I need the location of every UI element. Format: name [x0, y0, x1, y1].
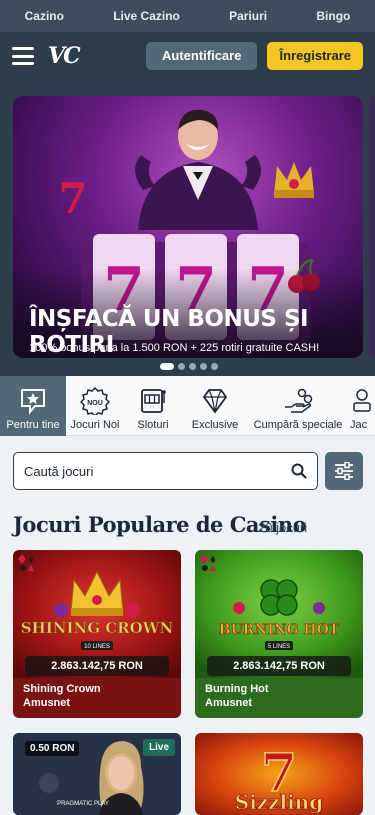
jackpot-amount: 2.863.142,75 RON: [207, 656, 351, 676]
game-card-shining-crown[interactable]: SHINING CROWN 10 LINES 2.863.142,75 RON …: [13, 550, 181, 718]
tab-label: Pentru tine: [6, 419, 60, 431]
carousel-dots: [160, 363, 218, 370]
svg-text:BURNING HOT: BURNING HOT: [219, 622, 340, 638]
logo[interactable]: VC: [48, 43, 81, 69]
carousel-dot-active[interactable]: [160, 363, 174, 370]
host-illustration: [134, 109, 262, 230]
diamond-icon: [202, 389, 228, 414]
carousel-dot[interactable]: [178, 363, 185, 370]
login-button[interactable]: Autentificare: [145, 42, 258, 70]
category-tabs: Pentru tine NOU Jocuri Noi Sloturi Exclu…: [0, 376, 375, 436]
search-row: [13, 452, 363, 490]
top-nav-live-casino[interactable]: Live Cazino: [113, 9, 180, 23]
seven-cherry-icon: 7: [58, 174, 87, 221]
game-art-sizzling: 7 Sizzling: [195, 733, 363, 815]
svg-text:5 LINES: 5 LINES: [268, 644, 290, 650]
tab-jackpot[interactable]: Jac: [348, 376, 375, 436]
star-icon: [21, 389, 45, 415]
tab-label: Jac: [350, 419, 368, 431]
tab-exclusive[interactable]: Exclusive: [182, 376, 248, 436]
svg-text:Sizzling: Sizzling: [235, 790, 323, 814]
svg-text:10 LINES: 10 LINES: [84, 644, 110, 650]
tab-sloturi[interactable]: Sloturi: [124, 376, 182, 436]
top-nav-betting[interactable]: Pariuri: [229, 9, 267, 23]
tab-pentru-tine[interactable]: Pentru tine: [0, 376, 66, 436]
top-nav: Cazino Live Cazino Pariuri Bingo: [0, 0, 375, 32]
hero-section: 7 7 7 7 ÎNȘFACĂ UN BONUS ȘI ROTIRI 100% …: [0, 80, 375, 376]
svg-text:SHINING CROWN: SHINING CROWN: [21, 619, 174, 637]
filter-sliders-icon: [335, 462, 353, 480]
carousel-dot[interactable]: [189, 363, 196, 370]
section-count[interactable]: 20 jocuri: [258, 520, 307, 535]
jackpot-icon: [353, 389, 371, 412]
jackpot-amount: 2.863.142,75 RON: [25, 656, 169, 676]
search-input[interactable]: [24, 463, 291, 479]
game-name: Burning Hot: [205, 683, 269, 695]
carousel-dot[interactable]: [200, 363, 207, 370]
bet-badge: 0.50 RON: [25, 741, 80, 756]
game-info: Shining Crown Amusnet: [13, 678, 181, 718]
game-info: Burning Hot Amusnet: [195, 678, 363, 718]
tab-label: Jocuri Noi: [70, 419, 120, 431]
menu-icon[interactable]: [12, 47, 34, 65]
crown-icon: [274, 162, 314, 198]
card-suits-icon: [18, 554, 34, 571]
filter-button[interactable]: [325, 452, 363, 490]
game-name: Shining Crown: [23, 683, 101, 695]
search-icon[interactable]: [291, 463, 307, 479]
top-nav-casino[interactable]: Cazino: [25, 9, 64, 23]
card-suits-icon: [200, 554, 216, 571]
tab-cumpara-speciale[interactable]: Cumpără speciale: [248, 376, 348, 436]
game-card-burning-hot[interactable]: BURNING HOT 5 LINES 2.863.142,75 RON Bur…: [195, 550, 363, 718]
game-card-sizzling[interactable]: 7 Sizzling: [195, 733, 363, 815]
header: VC Autentificare Înregistrare: [0, 32, 375, 80]
hero-subtitle: 100% bonus pana la 1.500 RON + 225 rotir…: [29, 342, 320, 354]
top-nav-bingo[interactable]: Bingo: [316, 9, 350, 23]
carousel-dot[interactable]: [211, 363, 218, 370]
hero-next-slide-peek[interactable]: [369, 96, 375, 358]
game-card-live-dealer[interactable]: PRAGMATIC PLAY 0.50 RON Live: [13, 733, 181, 815]
register-button[interactable]: Înregistrare: [267, 42, 363, 70]
tab-label: Sloturi: [137, 419, 169, 431]
search-box[interactable]: [13, 452, 318, 490]
tab-label: Cumpără speciale: [253, 419, 343, 431]
hero-banner[interactable]: 7 7 7 7 ÎNȘFACĂ UN BONUS ȘI ROTIRI 100% …: [13, 96, 363, 358]
live-badge: Live: [143, 739, 176, 756]
svg-text:7: 7: [58, 174, 87, 221]
game-provider: Amusnet: [205, 697, 253, 709]
svg-text:PRAGMATIC PLAY: PRAGMATIC PLAY: [57, 801, 109, 807]
new-badge-icon: NOU: [80, 387, 110, 415]
slot-machine-icon: [141, 389, 166, 413]
game-provider: Amusnet: [23, 697, 71, 709]
tab-jocuri-noi[interactable]: NOU Jocuri Noi: [66, 376, 124, 436]
hand-coins-icon: [285, 388, 313, 413]
svg-text:NOU: NOU: [87, 400, 103, 407]
tab-label: Exclusive: [191, 419, 239, 431]
